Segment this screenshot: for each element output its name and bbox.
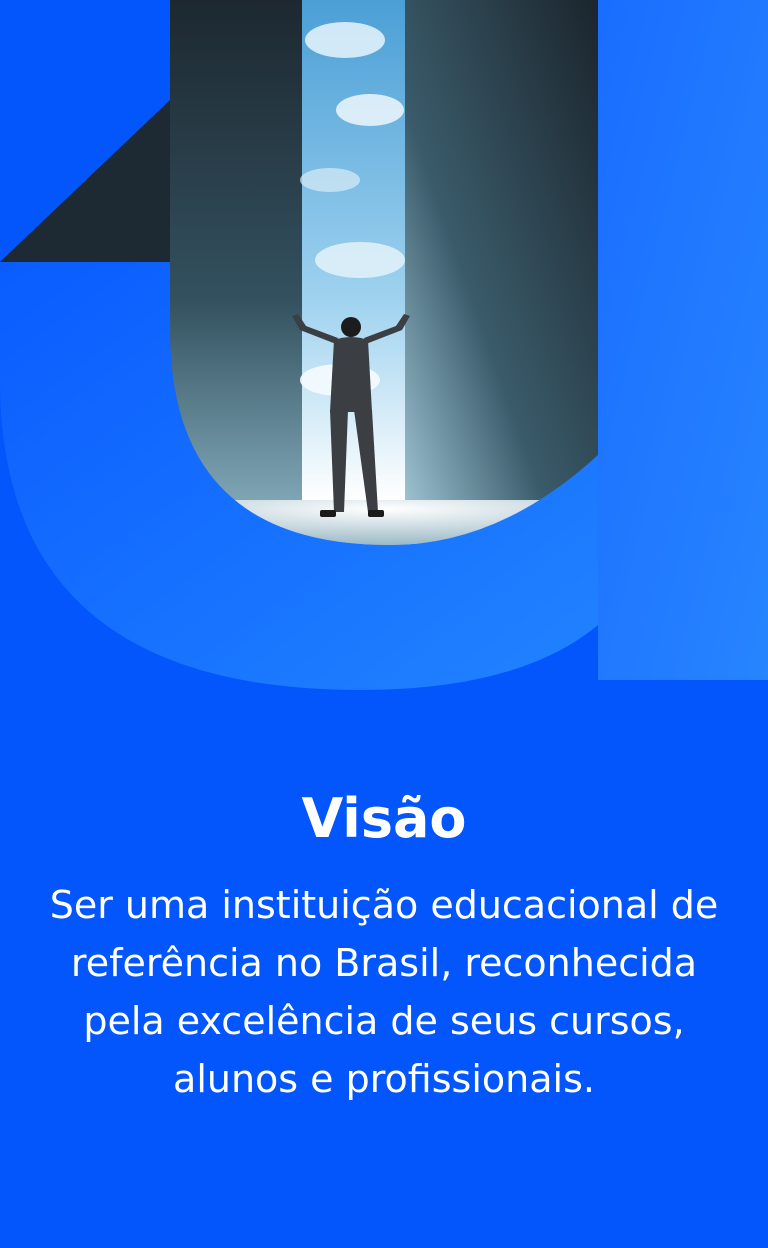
brand-triangle — [0, 100, 170, 262]
section-title: Visão — [301, 787, 467, 850]
photo — [170, 0, 598, 545]
hero-image — [0, 0, 768, 700]
section-description: Ser uma instituição educacional de refer… — [49, 883, 719, 1101]
brand-panel — [598, 0, 768, 680]
